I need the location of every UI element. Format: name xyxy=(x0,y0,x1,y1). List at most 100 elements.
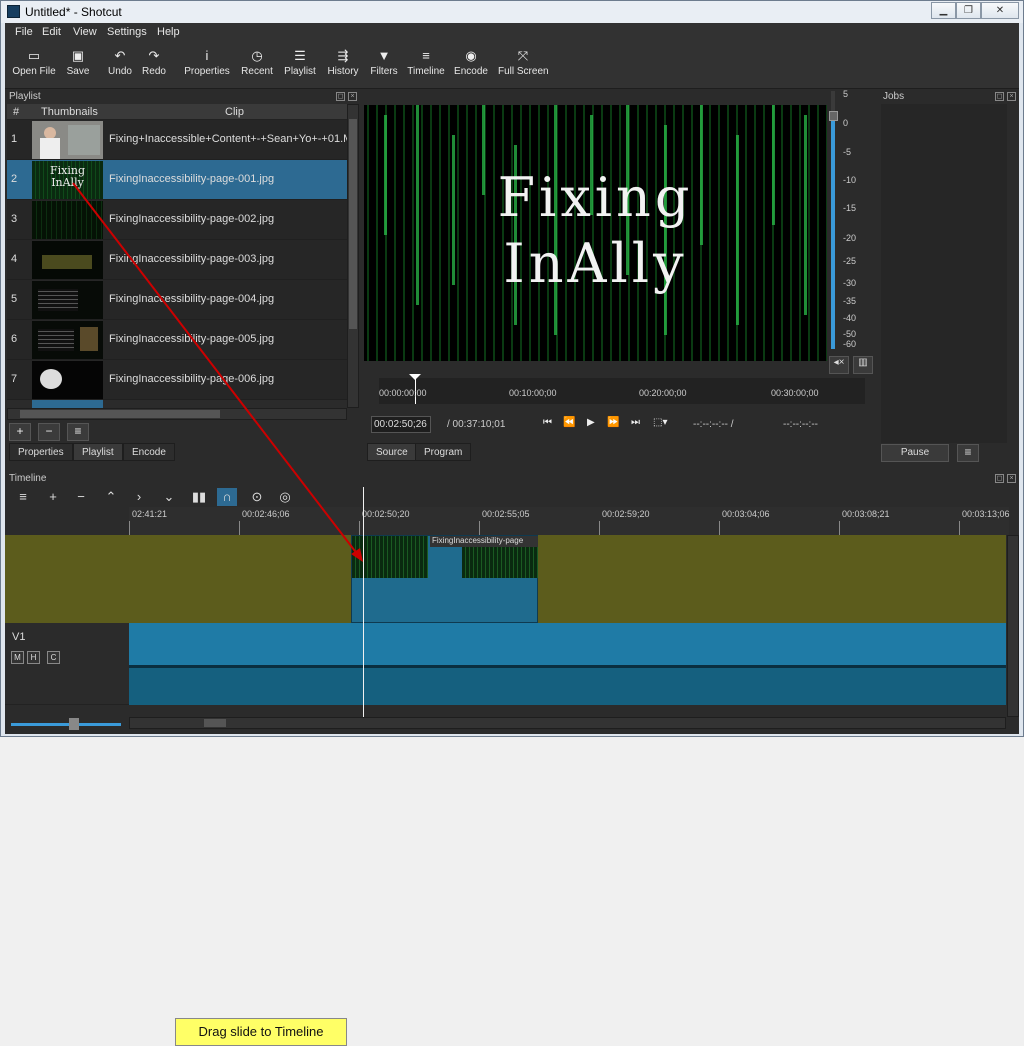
undock-icon[interactable]: ◻ xyxy=(995,474,1004,483)
append-icon[interactable]: + xyxy=(43,488,63,506)
slide-thumbnail: Fixing InAlly xyxy=(32,161,103,199)
table-row[interactable]: 3 FixingInaccessibility-page-002.jpg xyxy=(7,200,347,240)
close-dock-icon[interactable]: × xyxy=(1007,92,1016,101)
column-header-thumbnails[interactable]: Thumbnails xyxy=(41,106,98,118)
column-header-clip[interactable]: Clip xyxy=(225,106,244,118)
audio-graph-icon[interactable]: ▥ xyxy=(853,356,873,374)
row-number: 1 xyxy=(11,133,18,145)
redo-button[interactable]: ↷ Redo xyxy=(139,48,169,84)
timeline-panel: Timeline ◻ × ≡ + − ⌃ › ⌄ ▮▮ ∩ ⊙ ◎ 02:41:… xyxy=(5,469,1019,1046)
title-bar: Untitled* - Shotcut ▁ ❐ ✕ xyxy=(1,1,1023,23)
full-screen-button[interactable]: ⤧ Full Screen xyxy=(498,48,549,84)
menu-view[interactable]: View xyxy=(73,26,97,38)
scrubber-bar[interactable]: 00:00:00;00 00:10:00;00 00:20:00;00 00:3… xyxy=(379,374,865,404)
playhead-handle-icon[interactable] xyxy=(409,374,421,380)
close-window-button[interactable]: ✕ xyxy=(981,2,1019,19)
mute-icon[interactable]: ◂× xyxy=(829,356,849,374)
scrollbar-thumb[interactable] xyxy=(349,119,357,329)
add-clip-button[interactable]: + xyxy=(9,423,31,441)
scrub-icon[interactable]: ◎ xyxy=(275,488,295,506)
tab-program[interactable]: Program xyxy=(415,443,472,461)
tab-playlist[interactable]: Playlist xyxy=(73,443,123,461)
remove-clip-button[interactable]: − xyxy=(38,423,60,441)
ripple-icon[interactable]: ⊙ xyxy=(247,488,267,506)
partial-row xyxy=(32,400,103,408)
properties-button[interactable]: i Properties xyxy=(183,48,231,84)
encode-button[interactable]: ◉ Encode xyxy=(454,48,488,84)
playlist-header: # Thumbnails Clip xyxy=(7,104,347,120)
zoom-slider[interactable] xyxy=(11,723,121,726)
ruler-label: 00:03:04;06 xyxy=(722,509,770,519)
table-row-selected[interactable]: 2 Fixing InAlly FixingInaccessibility-pa… xyxy=(7,160,347,200)
play-icon[interactable]: ▶ xyxy=(587,417,595,428)
open-file-button[interactable]: ▭ Open File xyxy=(11,48,57,84)
track-header-v1[interactable]: V1 M H C xyxy=(5,623,129,705)
current-time-field[interactable]: 00:02:50;26 xyxy=(371,416,431,433)
table-row[interactable]: 6 FixingInaccessibility-page-005.jpg xyxy=(7,320,347,360)
ruler-label: 00:03:13;06 xyxy=(962,509,1010,519)
remove-icon[interactable]: − xyxy=(71,488,91,506)
tab-source[interactable]: Source xyxy=(367,443,417,461)
table-row[interactable]: 1 Fixing+Inaccessible+Content+-+Sean+Yo+… xyxy=(7,120,347,160)
skip-next-icon[interactable]: ⏭ xyxy=(631,417,640,428)
close-dock-icon[interactable]: × xyxy=(1007,474,1016,483)
column-header-num[interactable]: # xyxy=(13,106,19,118)
rewind-icon[interactable]: ⏪ xyxy=(563,417,575,428)
overwrite-icon[interactable]: › xyxy=(129,488,149,506)
info-icon: i xyxy=(205,48,209,63)
save-button[interactable]: ▣ Save xyxy=(63,48,93,84)
playlist-vertical-scrollbar[interactable] xyxy=(347,104,359,408)
table-row[interactable]: 4 FixingInaccessibility-page-003.jpg xyxy=(7,240,347,280)
menu-file[interactable]: File xyxy=(15,26,33,38)
track-v1-clip[interactable] xyxy=(129,623,1006,665)
ruler-label: 00:02:59;20 xyxy=(602,509,650,519)
close-dock-icon[interactable]: × xyxy=(348,92,357,101)
volume-slider-handle[interactable] xyxy=(829,111,838,121)
undock-icon[interactable]: ◻ xyxy=(336,92,345,101)
menu-help[interactable]: Help xyxy=(157,26,180,38)
recent-button[interactable]: ◷ Recent xyxy=(239,48,275,84)
playlist-button[interactable]: ☰ Playlist xyxy=(283,48,317,84)
history-button[interactable]: ⇶ History xyxy=(325,48,361,84)
row-number: 7 xyxy=(11,373,18,385)
timeline-ruler[interactable]: 02:41:21 00:02:46;06 00:02:50;20 00:02:5… xyxy=(129,507,1010,535)
mute-track-button[interactable]: M xyxy=(11,651,24,664)
timeline-vertical-scrollbar[interactable] xyxy=(1007,535,1019,717)
lift-icon[interactable]: ⌃ xyxy=(101,488,121,506)
timeline-title: Timeline xyxy=(5,471,1019,486)
split-at-playhead-icon[interactable]: ▮▮ xyxy=(189,488,209,506)
pause-button[interactable]: Pause xyxy=(881,444,949,462)
jobs-menu-button[interactable]: ≡ xyxy=(957,444,979,462)
tab-encode[interactable]: Encode xyxy=(123,443,175,461)
scrollbar-thumb[interactable] xyxy=(20,410,220,418)
hide-track-button[interactable]: H xyxy=(27,651,40,664)
timeline-menu-icon[interactable]: ≡ xyxy=(13,488,33,506)
slide-thumbnail xyxy=(32,201,103,239)
playlist-menu-button[interactable]: ≡ xyxy=(67,423,89,441)
undo-icon: ↶ xyxy=(114,48,126,63)
undo-button[interactable]: ↶ Undo xyxy=(105,48,135,84)
composite-track-button[interactable]: C xyxy=(47,651,60,664)
maximize-button[interactable]: ❐ xyxy=(956,2,981,19)
timeline-button[interactable]: ≡ Timeline xyxy=(407,48,445,84)
tab-properties[interactable]: Properties xyxy=(9,443,73,461)
undock-icon[interactable]: ◻ xyxy=(995,92,1004,101)
timeline-playhead[interactable] xyxy=(363,487,364,717)
timeline-clip[interactable]: FixingInaccessibility-page xyxy=(351,535,538,623)
playlist-horizontal-scrollbar[interactable] xyxy=(7,408,347,420)
table-row[interactable]: 5 FixingInaccessibility-page-004.jpg xyxy=(7,280,347,320)
snap-icon[interactable]: ∩ xyxy=(217,488,237,506)
menu-edit[interactable]: Edit xyxy=(42,26,61,38)
minimize-button[interactable]: ▁ xyxy=(931,2,956,19)
zoom-icon[interactable]: ⬚▾ xyxy=(653,417,667,428)
menu-settings[interactable]: Settings xyxy=(107,26,147,38)
table-row[interactable]: 7 FixingInaccessibility-page-006.jpg xyxy=(7,360,347,400)
clip-name: Fixing+Inaccessible+Content+-+Sean+Yo+-+… xyxy=(109,133,347,145)
fast-forward-icon[interactable]: ⏩ xyxy=(607,417,619,428)
split-icon[interactable]: ⌄ xyxy=(159,488,179,506)
zoom-slider-handle[interactable] xyxy=(69,718,79,730)
scrollbar-thumb[interactable] xyxy=(204,719,226,727)
timeline-horizontal-scrollbar[interactable] xyxy=(129,717,1006,729)
filters-button[interactable]: ▼ Filters xyxy=(369,48,399,84)
skip-previous-icon[interactable]: ⏮ xyxy=(543,417,552,428)
